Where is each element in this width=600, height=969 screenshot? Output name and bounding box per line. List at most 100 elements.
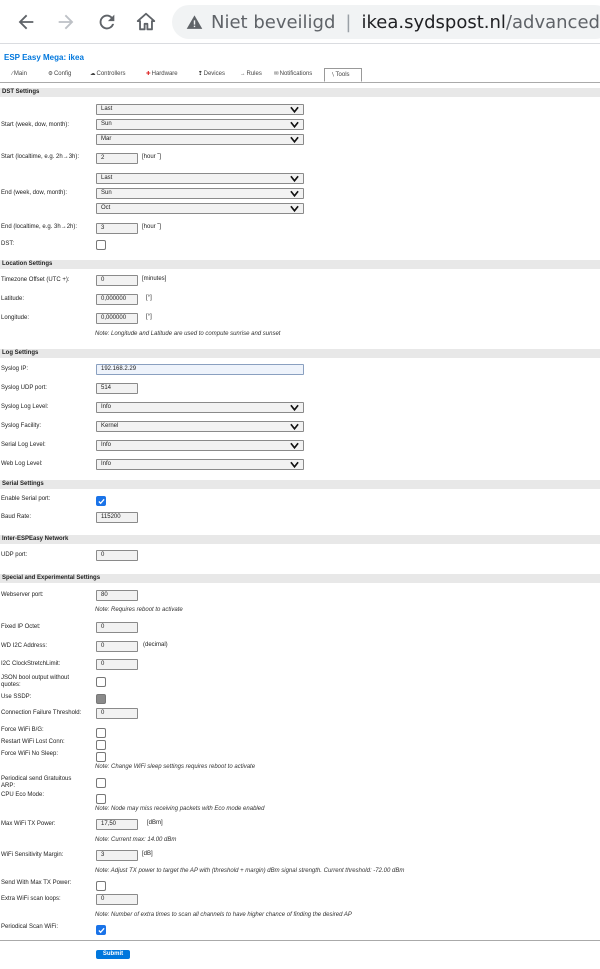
chevron-down-icon <box>290 423 299 431</box>
restart-wifi-row: Restart WiFi Lost Conn: <box>0 739 600 751</box>
latitude-label: Latitude: <box>1 296 25 302</box>
select-value: Mar <box>101 136 112 142</box>
browser-toolbar: Niet beveiligd | ikea.sydspost.nl/advanc… <box>0 0 600 44</box>
extra-scan-note: Note: Number of extra times to scan all … <box>95 912 352 918</box>
bulb-icon: ❢ <box>198 71 203 77</box>
udp-port-input[interactable]: 0 <box>96 550 138 561</box>
tx-power-input[interactable]: 17,50 <box>96 819 138 830</box>
dst-start-label: Start (week, dow, month): <box>1 122 70 128</box>
dst-start-month-row: Mar <box>0 134 600 146</box>
dst-start-dow-select[interactable]: Sun <box>96 119 304 130</box>
send-max-tx-checkbox[interactable] <box>96 881 106 891</box>
main-icon: ⁄ <box>12 71 13 77</box>
address-bar[interactable]: Niet beveiligd | ikea.sydspost.nl/advanc… <box>172 5 600 39</box>
location-note: Note: Longitude and Latitude are used to… <box>95 331 281 337</box>
periodic-scan-checkbox[interactable] <box>96 925 106 935</box>
ssdp-checkbox[interactable] <box>96 694 106 704</box>
eco-mode-note: Note: Node may miss receiving packets wi… <box>95 806 265 812</box>
timezone-input[interactable]: 0 <box>96 275 138 286</box>
json-bool-checkbox[interactable] <box>96 677 106 687</box>
submit-button[interactable]: Submit <box>96 950 130 959</box>
latitude-input[interactable]: 0,000000 <box>96 294 138 305</box>
extra-scan-input[interactable]: 0 <box>96 894 138 905</box>
tab-main[interactable]: ⁄Main <box>6 68 42 82</box>
force-bg-checkbox[interactable] <box>96 728 106 738</box>
no-sleep-note: Note: Change WiFi sleep settings require… <box>95 764 256 770</box>
tab-label: Controllers <box>96 71 126 77</box>
baud-rate-input[interactable]: 115200 <box>96 512 138 523</box>
syslog-facility-label: Syslog Facility: <box>1 423 42 429</box>
tx-power-row: Max WiFi TX Power: 17,50 [dBm] <box>0 819 600 831</box>
sensitivity-input[interactable]: 3 <box>96 850 138 861</box>
tab-hardware[interactable]: ✚Hardware <box>140 68 192 82</box>
dst-checkbox[interactable] <box>96 240 106 250</box>
restart-wifi-checkbox[interactable] <box>96 740 106 750</box>
udp-port-label: UDP port: <box>1 552 28 558</box>
dst-toggle-row: DST: <box>0 240 600 252</box>
eco-mode-checkbox[interactable] <box>96 794 106 804</box>
force-bg-row: Force WiFi B/G: <box>0 727 600 739</box>
check-icon <box>98 498 105 505</box>
warning-icon[interactable] <box>186 14 203 31</box>
webserver-port-note: Note: Requires reboot to activate <box>95 607 183 613</box>
send-max-tx-row: Send With Max TX Power: <box>0 880 600 892</box>
app-title: ESP Easy Mega: ikea <box>4 53 84 62</box>
select-value: Oct <box>101 205 111 211</box>
longitude-input[interactable]: 0,000000 <box>96 313 138 324</box>
home-button[interactable] <box>133 9 159 35</box>
web-level-select[interactable]: Info <box>96 459 304 470</box>
arrow-icon: → <box>240 71 246 77</box>
dst-start-week-select[interactable]: Last <box>96 104 304 115</box>
tab-tools[interactable]: ∖Tools <box>324 68 362 82</box>
extra-scan-row: Extra WiFi scan loops: 0 <box>0 894 600 906</box>
i2c-clock-row: I2C ClockStretchLimit: 0 <box>0 659 600 671</box>
back-arrow-icon <box>18 14 34 30</box>
section-dst: DST Settings <box>0 88 600 97</box>
periodic-scan-row: Periodical Scan WiFi: <box>0 924 600 936</box>
dst-end-week-select[interactable]: Last <box>96 173 304 184</box>
dst-end-month-select[interactable]: Oct <box>96 203 304 214</box>
syslog-port-input[interactable]: 514 <box>96 383 138 394</box>
tab-rules[interactable]: →Rules <box>234 68 268 82</box>
serial-level-select[interactable]: Info <box>96 440 304 451</box>
no-sleep-checkbox[interactable] <box>96 752 106 762</box>
back-button[interactable] <box>13 9 39 35</box>
syslog-facility-select[interactable]: Kernel <box>96 421 304 432</box>
select-value: Sun <box>101 190 112 196</box>
tab-controllers[interactable]: ☁Controllers <box>84 68 140 82</box>
tab-notifications[interactable]: ✉Notifications <box>268 68 324 82</box>
syslog-ip-input[interactable]: 192.168.2.29 <box>96 364 304 375</box>
dst-end-dow-row: End (week, dow, month): Sun <box>0 188 600 200</box>
longitude-label: Longitude: <box>1 315 30 321</box>
dst-end-dow-select[interactable]: Sun <box>96 188 304 199</box>
eco-mode-row: CPU Eco Mode: <box>0 792 600 804</box>
select-value: Sun <box>101 121 112 127</box>
timezone-label: Timezone Offset (UTC +): <box>1 277 70 283</box>
conn-fail-input[interactable]: 0 <box>96 708 138 719</box>
ssdp-label: Use SSDP: <box>1 694 32 700</box>
dst-end-time-input[interactable]: 3 <box>96 223 138 234</box>
webserver-port-input[interactable]: 80 <box>96 590 138 601</box>
fixed-ip-row: Fixed IP Octet: 0 <box>0 622 600 634</box>
forward-button[interactable] <box>53 9 79 35</box>
i2c-clock-input[interactable]: 0 <box>96 659 138 670</box>
select-value: Info <box>101 461 112 467</box>
tab-devices[interactable]: ❢Devices <box>192 68 234 82</box>
dst-start-time-input[interactable]: 2 <box>96 153 138 164</box>
wd-i2c-input[interactable]: 0 <box>96 641 138 652</box>
enable-serial-row: Enable Serial port: <box>0 495 600 507</box>
tab-label: Hardware <box>151 71 178 77</box>
dst-label: DST: <box>1 241 15 247</box>
timezone-unit: [minutes] <box>142 276 167 282</box>
section-log: Log Settings <box>0 349 600 358</box>
wrench-icon: ∖ <box>331 72 335 78</box>
dst-start-month-select[interactable]: Mar <box>96 134 304 145</box>
garp-checkbox[interactable] <box>96 778 106 788</box>
reload-button[interactable] <box>94 9 120 35</box>
tab-config[interactable]: ⚙Config <box>42 68 84 82</box>
fixed-ip-input[interactable]: 0 <box>96 622 138 633</box>
url-path: /advanced <box>505 11 600 33</box>
syslog-level-select[interactable]: Info <box>96 402 304 413</box>
web-level-row: Web Log Level: Info <box>0 459 600 471</box>
enable-serial-checkbox[interactable] <box>96 496 106 506</box>
